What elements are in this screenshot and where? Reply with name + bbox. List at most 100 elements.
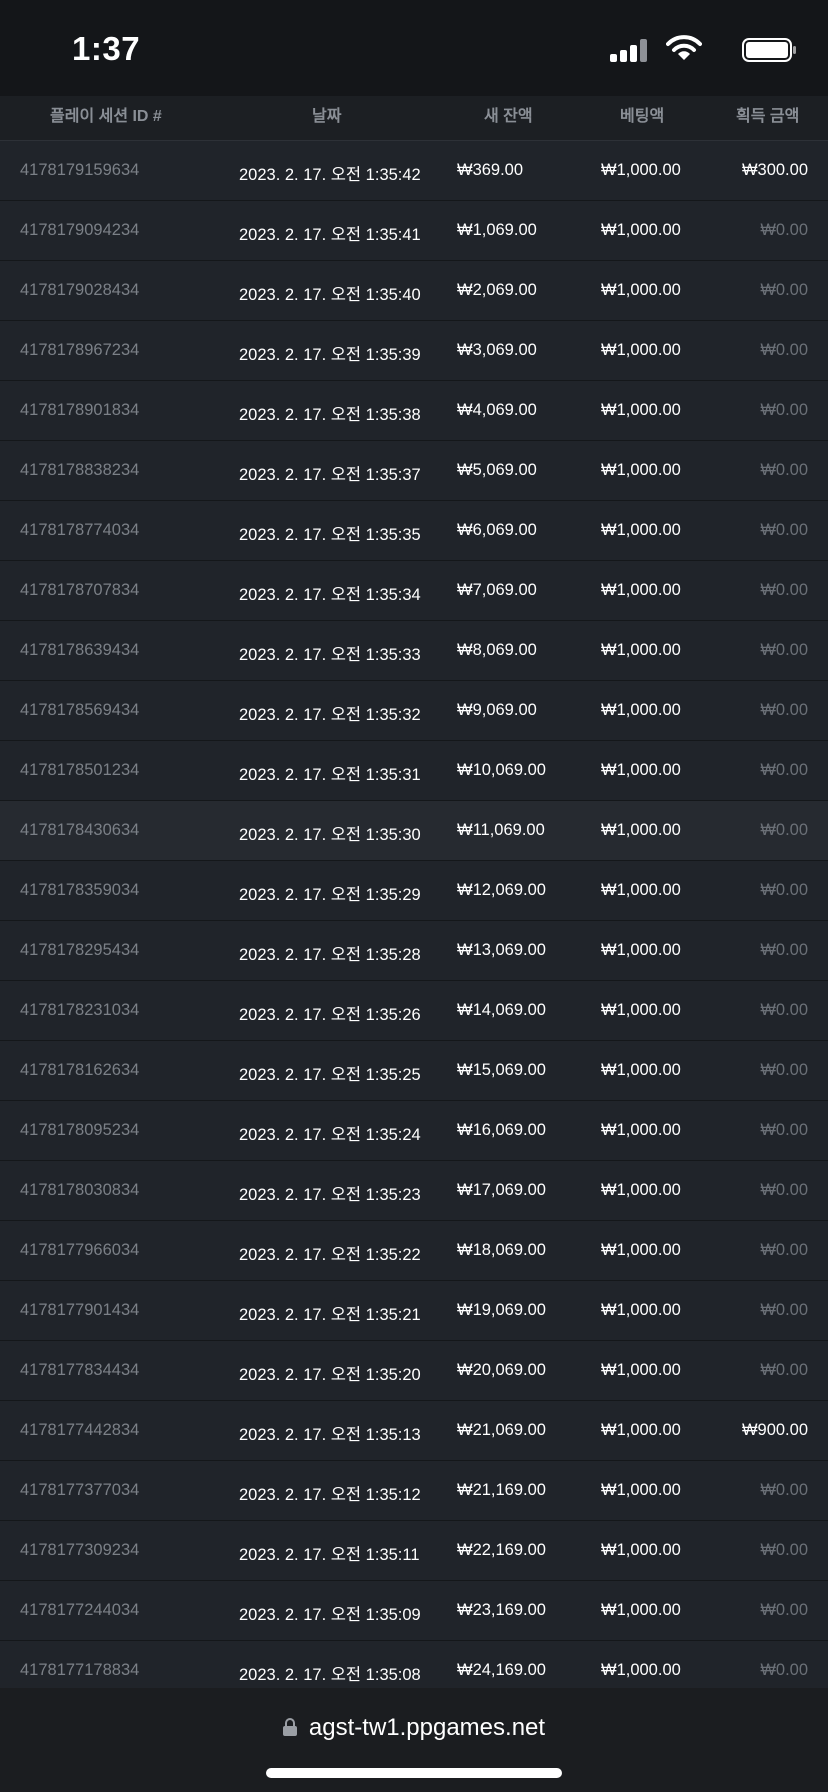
balance-cell: ₩15,069.00 (457, 1061, 546, 1079)
bet-cell: ₩1,000.00 (601, 1421, 681, 1439)
win-cell: ₩0.00 (760, 1301, 808, 1319)
date-cell: 2023. 2. 17. 오전 1:35:12 (239, 1486, 421, 1504)
win-cell: ₩0.00 (760, 1361, 808, 1379)
table-row[interactable]: 4178177901434 2023. 2. 17. 오전 1:35:21 ₩19,… (0, 1281, 828, 1341)
date-cell: 2023. 2. 17. 오전 1:35:42 (239, 166, 421, 184)
session-id-cell: 4178178707834 (20, 581, 140, 599)
table-row[interactable]: 4178177442834 2023. 2. 17. 오전 1:35:13 ₩21,… (0, 1401, 828, 1461)
win-cell: ₩0.00 (760, 1541, 808, 1559)
table-row[interactable]: 4178178901834 2023. 2. 17. 오전 1:35:38 ₩4,0… (0, 381, 828, 441)
date-cell: 2023. 2. 17. 오전 1:35:20 (239, 1366, 421, 1384)
cellular-signal-icon (610, 38, 650, 62)
balance-cell: ₩20,069.00 (457, 1361, 546, 1379)
header-session-id: 플레이 세션 ID # (50, 108, 162, 125)
bet-cell: ₩1,000.00 (601, 941, 681, 959)
table-row[interactable]: 4178179094234 2023. 2. 17. 오전 1:35:41 ₩1,0… (0, 201, 828, 261)
balance-cell: ₩9,069.00 (457, 701, 537, 719)
bet-cell: ₩1,000.00 (601, 1541, 681, 1559)
date-cell: 2023. 2. 17. 오전 1:35:33 (239, 646, 421, 664)
win-cell: ₩0.00 (760, 1061, 808, 1079)
table-row[interactable]: 4178178359034 2023. 2. 17. 오전 1:35:29 ₩12,… (0, 861, 828, 921)
win-cell: ₩300.00 (741, 161, 808, 179)
table-row[interactable]: 4178178501234 2023. 2. 17. 오전 1:35:31 ₩10,… (0, 741, 828, 801)
session-id-cell: 4178178295434 (20, 941, 140, 959)
bet-cell: ₩1,000.00 (601, 1661, 681, 1679)
bet-cell: ₩1,000.00 (601, 701, 681, 719)
win-cell: ₩0.00 (760, 821, 808, 839)
balance-cell: ₩11,069.00 (457, 821, 545, 839)
table-row[interactable]: 4178177309234 2023. 2. 17. 오전 1:35:11 ₩22,… (0, 1521, 828, 1581)
balance-cell: ₩21,169.00 (457, 1481, 546, 1499)
bet-cell: ₩1,000.00 (601, 641, 681, 659)
win-cell: ₩0.00 (760, 1001, 808, 1019)
bet-cell: ₩1,000.00 (601, 1121, 681, 1139)
session-id-cell: 4178179094234 (20, 221, 140, 239)
win-cell: ₩0.00 (760, 941, 808, 959)
table-row[interactable]: 4178177966034 2023. 2. 17. 오전 1:35:22 ₩18,… (0, 1221, 828, 1281)
balance-cell: ₩10,069.00 (457, 761, 546, 779)
table-row[interactable]: 4178177244034 2023. 2. 17. 오전 1:35:09 ₩23,… (0, 1581, 828, 1641)
balance-cell: ₩18,069.00 (457, 1241, 546, 1259)
address-bar[interactable]: agst-tw1.ppgames.net (0, 1714, 828, 1742)
table-row[interactable]: 4178178162634 2023. 2. 17. 오전 1:35:25 ₩15,… (0, 1041, 828, 1101)
status-icons (598, 34, 798, 64)
table-row[interactable]: 4178178295434 2023. 2. 17. 오전 1:35:28 ₩13,… (0, 921, 828, 981)
bet-cell: ₩1,000.00 (601, 1181, 681, 1199)
date-cell: 2023. 2. 17. 오전 1:35:23 (239, 1186, 421, 1204)
table-row[interactable]: 4178178774034 2023. 2. 17. 오전 1:35:35 ₩6,0… (0, 501, 828, 561)
win-cell: ₩0.00 (760, 281, 808, 299)
session-id-cell: 4178178774034 (20, 521, 140, 539)
session-id-cell: 4178177966034 (20, 1241, 140, 1259)
table-row[interactable]: 4178179159634 2023. 2. 17. 오전 1:35:42 ₩369… (0, 141, 828, 201)
date-cell: 2023. 2. 17. 오전 1:35:35 (239, 526, 421, 544)
date-cell: 2023. 2. 17. 오전 1:35:26 (239, 1006, 421, 1024)
win-cell: ₩0.00 (760, 761, 808, 779)
balance-cell: ₩17,069.00 (457, 1181, 546, 1199)
table-row[interactable]: 4178177834434 2023. 2. 17. 오전 1:35:20 ₩20,… (0, 1341, 828, 1401)
table-row[interactable]: 4178178430634 2023. 2. 17. 오전 1:35:30 ₩11,… (0, 801, 828, 861)
table-row[interactable]: 4178178838234 2023. 2. 17. 오전 1:35:37 ₩5,0… (0, 441, 828, 501)
table-row[interactable]: 4178178707834 2023. 2. 17. 오전 1:35:34 ₩7,0… (0, 561, 828, 621)
session-id-cell: 4178178095234 (20, 1121, 140, 1139)
session-id-cell: 4178178359034 (20, 881, 140, 899)
battery-icon (742, 38, 798, 62)
session-id-cell: 4178178430634 (20, 821, 140, 839)
win-cell: ₩0.00 (760, 581, 808, 599)
session-id-cell: 4178178639434 (20, 641, 140, 659)
win-cell: ₩0.00 (760, 1181, 808, 1199)
session-id-cell: 4178177178834 (20, 1661, 140, 1679)
bet-cell: ₩1,000.00 (601, 821, 681, 839)
table-row[interactable]: 4178178639434 2023. 2. 17. 오전 1:35:33 ₩8,0… (0, 621, 828, 681)
session-id-cell: 4178178501234 (20, 761, 140, 779)
win-cell: ₩0.00 (760, 641, 808, 659)
win-cell: ₩0.00 (760, 881, 808, 899)
date-cell: 2023. 2. 17. 오전 1:35:24 (239, 1126, 421, 1144)
date-cell: 2023. 2. 17. 오전 1:35:25 (239, 1066, 421, 1084)
date-cell: 2023. 2. 17. 오전 1:35:11 (239, 1546, 420, 1564)
header-date: 날짜 (312, 108, 342, 125)
session-id-cell: 4178178162634 (20, 1061, 140, 1079)
header-win: 획득 금액 (736, 108, 800, 125)
balance-cell: ₩21,069.00 (457, 1421, 546, 1439)
table-row[interactable]: 4178178095234 2023. 2. 17. 오전 1:35:24 ₩16,… (0, 1101, 828, 1161)
bet-cell: ₩1,000.00 (601, 221, 681, 239)
table-row[interactable]: 4178178569434 2023. 2. 17. 오전 1:35:32 ₩9,0… (0, 681, 828, 741)
win-cell: ₩0.00 (760, 1481, 808, 1499)
table-row[interactable]: 4178179028434 2023. 2. 17. 오전 1:35:40 ₩2,0… (0, 261, 828, 321)
balance-cell: ₩4,069.00 (457, 401, 537, 419)
table-row[interactable]: 4178177178834 2023. 2. 17. 오전 1:35:08 ₩24,… (0, 1641, 828, 1688)
table-row[interactable]: 4178178030834 2023. 2. 17. 오전 1:35:23 ₩17,… (0, 1161, 828, 1221)
session-id-cell: 4178179159634 (20, 161, 140, 179)
bet-cell: ₩1,000.00 (601, 881, 681, 899)
table-row[interactable]: 4178177377034 2023. 2. 17. 오전 1:35:12 ₩21,… (0, 1461, 828, 1521)
home-indicator[interactable] (266, 1768, 562, 1778)
table-row[interactable]: 4178178231034 2023. 2. 17. 오전 1:35:26 ₩14,… (0, 981, 828, 1041)
win-cell: ₩0.00 (760, 1121, 808, 1139)
session-id-cell: 4178178030834 (20, 1181, 140, 1199)
balance-cell: ₩13,069.00 (457, 941, 546, 959)
balance-cell: ₩22,169.00 (457, 1541, 546, 1559)
table-row[interactable]: 4178178967234 2023. 2. 17. 오전 1:35:39 ₩3,0… (0, 321, 828, 381)
win-cell: ₩0.00 (760, 701, 808, 719)
win-cell: ₩0.00 (760, 1601, 808, 1619)
win-cell: ₩900.00 (741, 1421, 808, 1439)
